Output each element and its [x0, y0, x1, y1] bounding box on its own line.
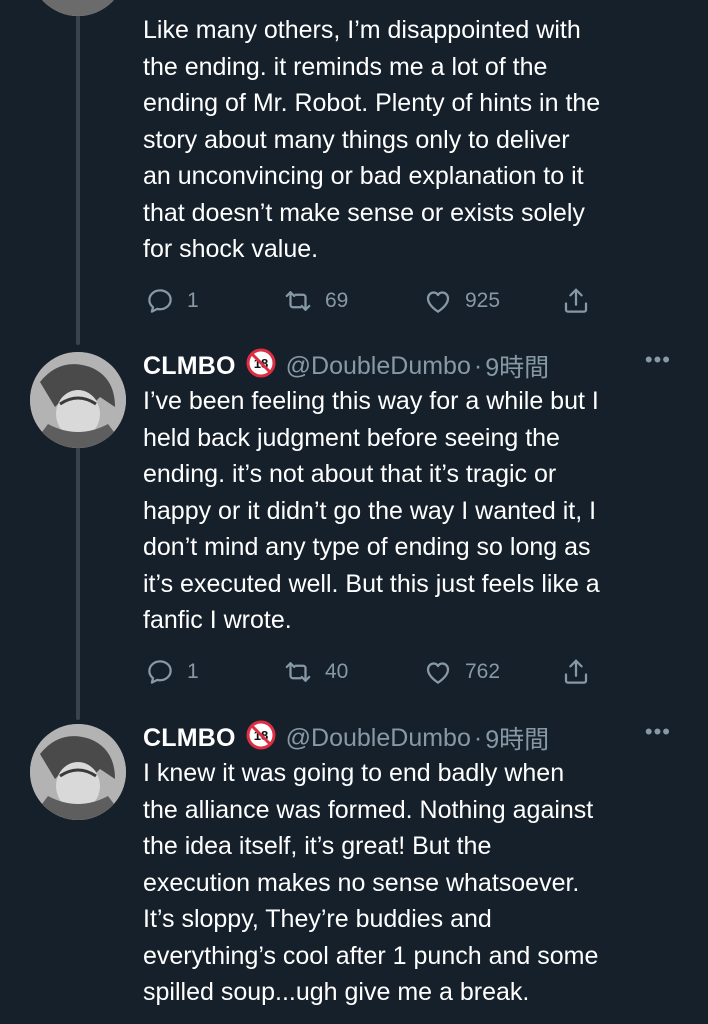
- tweet-time[interactable]: 9時間: [485, 348, 549, 384]
- reply-button[interactable]: 1: [145, 657, 199, 687]
- share-button[interactable]: [561, 286, 591, 316]
- like-button[interactable]: 925: [423, 286, 500, 316]
- no-under-18-icon: 18: [246, 720, 276, 757]
- like-button[interactable]: 762: [423, 657, 500, 687]
- user-handle[interactable]: @DoubleDumbo: [286, 352, 471, 381]
- tweet-3[interactable]: CLMBO 18 @DoubleDumbo · 9時間 ••• I knew i…: [143, 719, 683, 1011]
- reply-button[interactable]: 1: [145, 286, 199, 316]
- tweet-2[interactable]: CLMBO 18 @DoubleDumbo · 9時間 ••• I’ve bee…: [143, 347, 683, 689]
- share-button[interactable]: [561, 657, 591, 687]
- avatar[interactable]: [30, 724, 126, 820]
- tweet-body: I’ve been feeling this way for a while b…: [143, 387, 600, 634]
- more-options-icon[interactable]: •••: [645, 347, 671, 373]
- avatar[interactable]: [30, 0, 126, 16]
- thread-line-top: [76, 0, 80, 345]
- retweet-icon: [283, 286, 313, 316]
- avatar-image: [30, 352, 126, 448]
- tweet-actions: 1 40 762: [143, 655, 683, 689]
- retweet-count: 69: [325, 288, 349, 312]
- more-options-icon[interactable]: •••: [645, 719, 671, 745]
- user-handle[interactable]: @DoubleDumbo: [286, 724, 471, 753]
- display-name[interactable]: CLMBO: [143, 724, 236, 753]
- avatar[interactable]: [30, 352, 126, 448]
- heart-icon: [423, 286, 453, 316]
- reply-icon: [145, 657, 175, 687]
- share-icon: [561, 657, 591, 687]
- reply-count: 1: [187, 659, 199, 683]
- tweet-body: Like many others, I’m disappointed with …: [143, 16, 601, 263]
- tweet-actions: 1 69 925: [143, 284, 683, 318]
- reply-count: 1: [187, 288, 199, 312]
- like-count: 925: [465, 288, 501, 312]
- retweet-count: 40: [325, 659, 349, 683]
- tweet-body: I knew it was going to end badly when th…: [143, 759, 599, 1006]
- tweet-time[interactable]: 9時間: [485, 720, 549, 756]
- heart-icon: [423, 657, 453, 687]
- no-under-18-icon: 18: [246, 348, 276, 385]
- display-name[interactable]: CLMBO: [143, 352, 236, 381]
- tweet-1[interactable]: Like many others, I’m disappointed with …: [143, 12, 683, 318]
- avatar-image: [30, 724, 126, 820]
- retweet-icon: [283, 657, 313, 687]
- separator-dot: ·: [473, 723, 483, 752]
- reply-icon: [145, 286, 175, 316]
- tweet-header: CLMBO 18 @DoubleDumbo · 9時間 •••: [143, 719, 683, 757]
- retweet-button[interactable]: 40: [283, 657, 348, 687]
- separator-dot: ·: [473, 351, 483, 380]
- like-count: 762: [465, 659, 501, 683]
- retweet-button[interactable]: 69: [283, 286, 348, 316]
- share-icon: [561, 286, 591, 316]
- avatar-image: [30, 0, 126, 16]
- tweet-header: CLMBO 18 @DoubleDumbo · 9時間 •••: [143, 347, 683, 385]
- thread-line-middle: [76, 440, 80, 720]
